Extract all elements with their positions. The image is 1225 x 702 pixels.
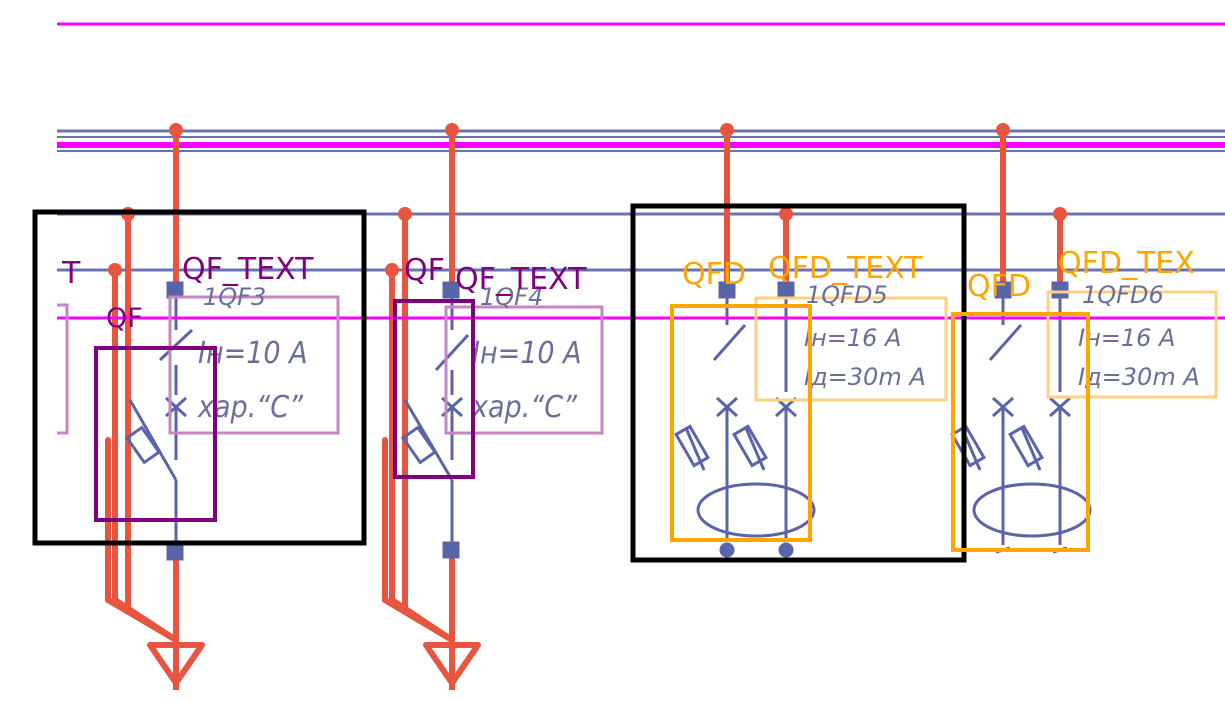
breaker-1-name: 1QF3 bbox=[203, 283, 266, 311]
rcbo-symbol-1 bbox=[674, 281, 816, 558]
text-frame-left-partial bbox=[57, 303, 69, 435]
qfd-text-label-1: QFD_TEXT bbox=[768, 251, 923, 286]
qf-text-label-1: QF_TEXT bbox=[182, 252, 314, 287]
t-label: T bbox=[61, 256, 81, 291]
qfd-text-label-2: QFD_TEX bbox=[1058, 246, 1195, 281]
rcbo-2-name: 1QFD6 bbox=[1082, 281, 1164, 309]
qfd-label-2: QFD bbox=[967, 269, 1031, 304]
breaker-2-characteristic: хар.“С” bbox=[471, 390, 578, 425]
qf-text-label-2: QF_TEXT bbox=[455, 262, 587, 297]
rcbo-symbol-2 bbox=[950, 281, 1092, 554]
qfd-label-1: QFD bbox=[682, 257, 746, 292]
qf-label-2: QF bbox=[404, 253, 445, 288]
rcbo-2-leakage: Iд=30m А bbox=[1078, 363, 1200, 391]
qfd-box-1 bbox=[670, 304, 812, 542]
rcbo-1-current: Iн=16 А bbox=[804, 324, 901, 352]
circuit-diagram: 1QF3 Iн=10 А хар.“С” 1QF4 Iн=10 А хар.“С… bbox=[32, 22, 1225, 690]
qf-label-1: QF bbox=[106, 303, 143, 334]
earth-symbol-2 bbox=[423, 642, 481, 690]
earth-symbol-1 bbox=[147, 642, 205, 690]
rcbo-1-leakage: Iд=30m А bbox=[804, 363, 926, 391]
bus-bars bbox=[57, 129, 1225, 272]
breaker-symbol-2 bbox=[400, 281, 470, 559]
breaker-2-current: Iн=10 А bbox=[472, 336, 582, 371]
rcbo-2-current: Iн=16 А bbox=[1078, 324, 1175, 352]
